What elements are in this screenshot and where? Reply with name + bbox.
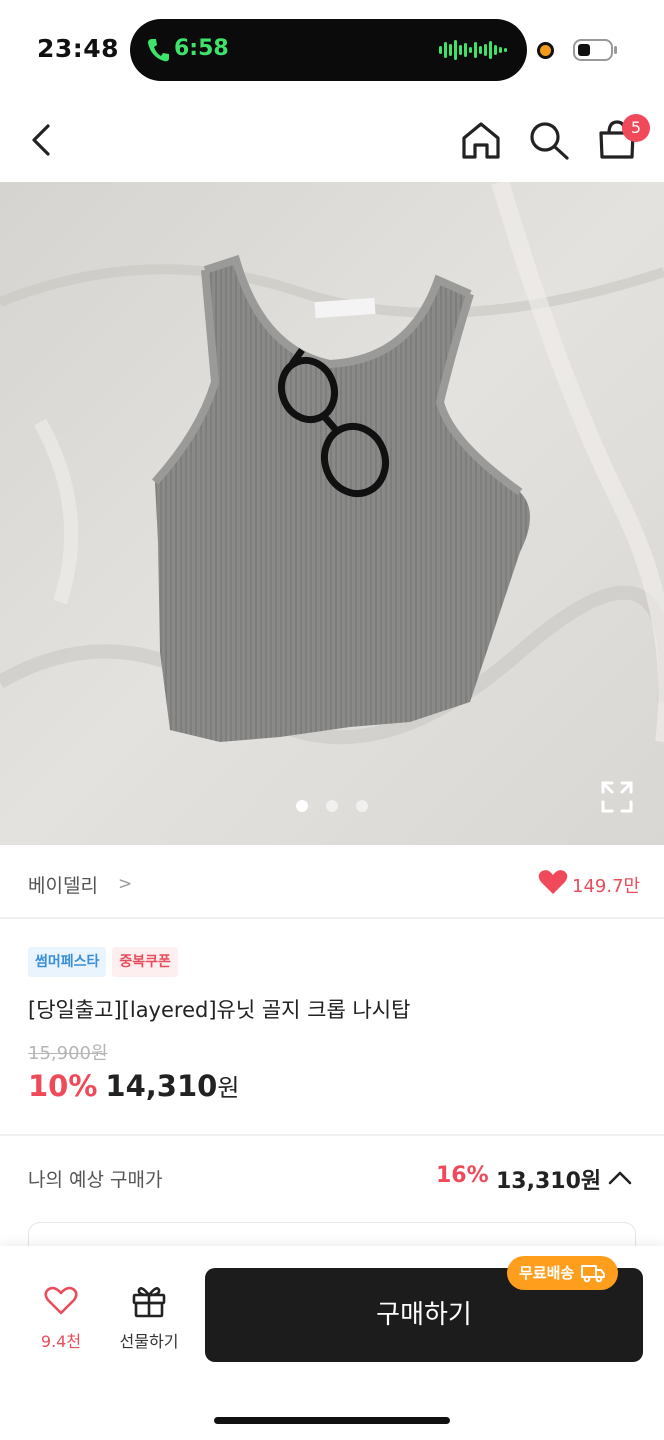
search-icon[interactable] (526, 118, 572, 162)
cart-count-badge: 5 (622, 114, 650, 142)
expected-price-row[interactable]: 나의 예상 구매가 16% 13,310원 (0, 1150, 664, 1210)
wishlist-count: 9.4천 (40, 1332, 82, 1351)
sale-price: 14,310 (105, 1069, 218, 1103)
call-duration: 6:58 (174, 36, 229, 61)
back-icon[interactable] (20, 118, 64, 162)
battery-icon (573, 39, 617, 61)
expected-discount-rate: 16% (436, 1163, 489, 1188)
brand-like-count: 149.7만 (572, 876, 641, 897)
free-shipping-label: 무료배송 (519, 1264, 575, 1282)
bottom-action-bar: 9.4천 선물하기 구매하기 무료배송 (0, 1246, 664, 1440)
top-nav-bar (0, 96, 664, 182)
discount-rate: 10% (28, 1069, 98, 1103)
brand-row[interactable]: 베이델리 > 149.7만 (0, 845, 664, 919)
gift-button[interactable]: 선물하기 (110, 1284, 188, 1358)
promo-tag-summer: 썸머페스타 (28, 947, 107, 977)
gift-label: 선물하기 (119, 1332, 179, 1351)
carousel-dots (296, 800, 368, 812)
heart-outline-icon (44, 1286, 78, 1315)
brand-chevron-icon: > (118, 874, 133, 894)
expected-price-label: 나의 예상 구매가 (28, 1169, 163, 1191)
status-bar: 23:48 6:58 (0, 0, 664, 96)
home-indicator (214, 1417, 450, 1424)
promo-tag-coupon: 중복쿠폰 (112, 947, 178, 977)
home-icon[interactable] (458, 118, 504, 162)
recording-dot-icon (537, 42, 554, 59)
brand-name[interactable]: 베이델리 (28, 871, 98, 898)
currency-unit: 원 (217, 1074, 240, 1102)
carousel-dot-3[interactable] (356, 800, 368, 812)
product-title: [당일출고][layered]유닛 골지 크롭 나시탑 (28, 998, 411, 1022)
expected-price-value: 13,310원 (496, 1169, 602, 1194)
free-shipping-badge: 무료배송 (507, 1256, 619, 1290)
price-row: 10% 14,310원 (28, 1068, 239, 1103)
wishlist-button[interactable]: 9.4천 (30, 1286, 92, 1358)
product-photo (0, 182, 664, 845)
truck-icon (581, 1265, 606, 1283)
chevron-up-icon[interactable] (607, 1168, 633, 1188)
dynamic-island-call[interactable]: 6:58 (130, 19, 527, 81)
expand-icon[interactable] (600, 780, 634, 814)
section-divider (0, 1134, 664, 1136)
promo-tags: 썸머페스타 중복쿠폰 (28, 947, 178, 977)
product-image-carousel[interactable] (0, 182, 664, 845)
carousel-dot-2[interactable] (326, 800, 338, 812)
status-clock: 23:48 (37, 34, 120, 63)
audio-wave-icon (439, 40, 507, 60)
phone-icon (148, 39, 169, 62)
gift-icon (132, 1287, 166, 1318)
original-price: 15,900원 (28, 1043, 108, 1064)
carousel-dot-1[interactable] (296, 800, 308, 812)
heart-filled-icon[interactable] (538, 869, 568, 895)
